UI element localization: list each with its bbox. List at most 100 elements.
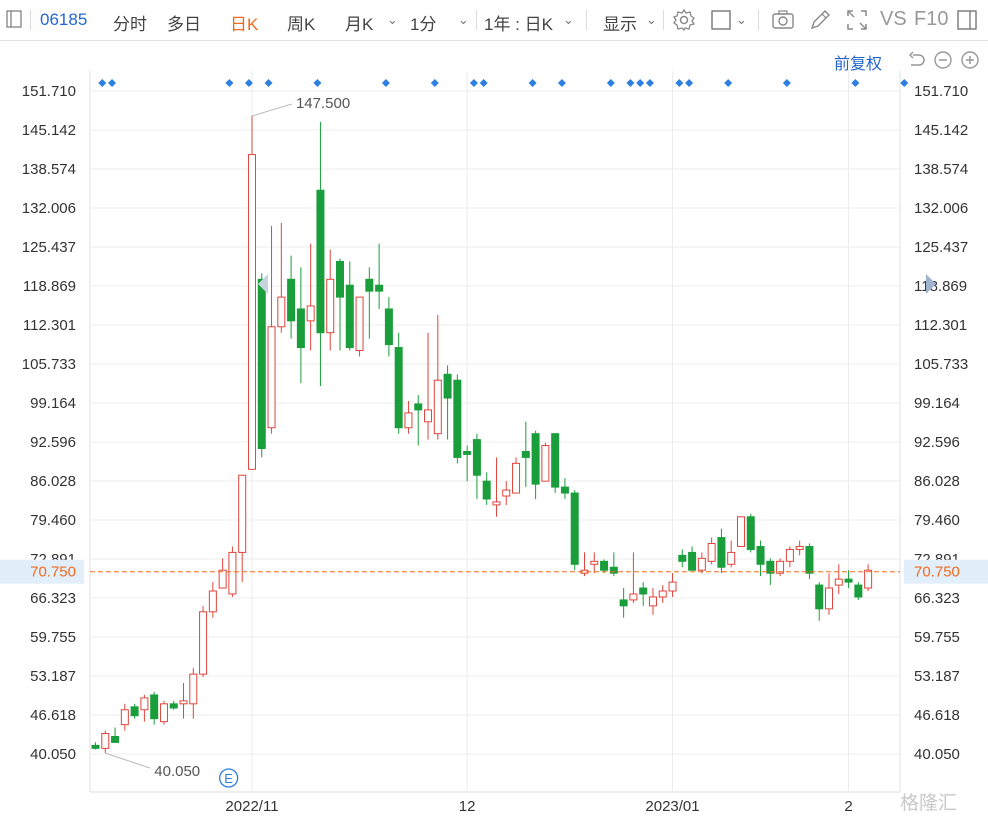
y-tick-label-right: 145.142	[914, 122, 968, 139]
chevron-down-icon[interactable]: ⌄	[387, 12, 398, 28]
candle-body	[345, 284, 354, 349]
event-marker	[557, 79, 566, 87]
y-tick-label-left: 138.574	[22, 161, 76, 178]
candle-body	[609, 566, 618, 574]
event-marker	[98, 79, 107, 87]
candle-body	[492, 501, 501, 506]
y-tick-label-left: 118.869	[23, 278, 76, 295]
y-tick-label-right: 40.050	[914, 746, 960, 763]
f10-button[interactable]: F10	[914, 8, 948, 31]
y-tick-label-left: 105.733	[22, 356, 76, 373]
candle-body	[199, 611, 208, 675]
candle-body	[697, 557, 706, 571]
watermark: 格隆汇	[900, 793, 958, 814]
event-marker	[626, 79, 635, 87]
x-tick-label: 2	[844, 798, 852, 815]
stock-code: 06185	[40, 10, 88, 29]
candle-body	[365, 278, 374, 292]
candle-body	[834, 578, 843, 586]
candle-body	[130, 706, 139, 717]
y-tick-label-left: 151.710	[22, 83, 76, 100]
chevron-down-icon[interactable]: ⌄	[563, 12, 574, 28]
candle-body	[678, 554, 687, 562]
x-tick-label: 2022/11	[225, 798, 278, 815]
candle-body	[707, 543, 716, 562]
y-tick-label-left: 132.006	[22, 200, 76, 217]
event-marker	[225, 79, 234, 87]
y-tick-label-right: 59.755	[914, 629, 960, 646]
candle-body	[648, 596, 657, 607]
event-marker	[528, 79, 537, 87]
panel-toggle-icon[interactable]	[956, 8, 980, 32]
candle-body	[296, 308, 305, 349]
camera-icon[interactable]	[771, 8, 795, 32]
candle-body	[658, 590, 667, 598]
y-tick-label-right: 138.574	[914, 161, 968, 178]
candle-body	[541, 445, 550, 482]
candle-body	[472, 439, 481, 476]
min-price-label: 40.050	[154, 763, 200, 780]
candle-body	[247, 154, 256, 470]
y-tick-label-right: 112.301	[914, 317, 967, 334]
candle-body	[433, 379, 442, 435]
candle-body	[91, 744, 100, 749]
candle-body	[355, 296, 364, 352]
y-tick-label-right: 105.733	[914, 356, 968, 373]
max-price-label: 147.500	[296, 95, 350, 112]
candle-body	[453, 379, 462, 458]
tab-monthly-k[interactable]: 月K	[345, 10, 373, 35]
tab-1min[interactable]: 1分	[410, 10, 436, 35]
candle-body	[717, 537, 726, 568]
x-tick-label: 2023/01	[645, 798, 699, 815]
candle-body	[551, 433, 560, 488]
candle-body	[120, 709, 129, 726]
pencil-icon[interactable]	[808, 8, 832, 32]
y-tick-label-left: 99.164	[30, 395, 76, 412]
chevron-down-icon[interactable]: ⌄	[736, 12, 747, 28]
candle-body	[756, 545, 765, 565]
candle-body	[169, 703, 178, 709]
y-tick-label-right: 99.164	[914, 395, 960, 412]
chevron-down-icon[interactable]: ⌄	[458, 12, 469, 28]
candle-body	[228, 551, 237, 595]
candle-body	[639, 587, 648, 595]
event-marker	[469, 79, 478, 87]
y-tick-label-left: 79.460	[30, 512, 76, 529]
candle-body	[736, 516, 745, 547]
candle-body	[785, 548, 794, 562]
y-tick-label-left: 46.618	[30, 707, 76, 724]
event-marker	[264, 79, 273, 87]
candle-body	[375, 284, 384, 292]
fullscreen-icon[interactable]	[845, 8, 869, 32]
range-select[interactable]: 1年 : 日K	[484, 10, 553, 35]
event-marker	[645, 79, 654, 87]
settings-gear-icon[interactable]	[672, 8, 696, 32]
candle-body	[795, 545, 804, 550]
display-menu[interactable]: 显示	[603, 10, 637, 35]
event-marker	[636, 79, 645, 87]
current-price-label-right: 70.750	[914, 564, 960, 581]
tab-timeshare[interactable]: 分时	[113, 10, 147, 35]
candlestick-chart[interactable]: 151.710 151.710 145.142 145.142 138.574 138.5…	[0, 40, 988, 819]
candle-body	[140, 697, 149, 711]
vs-button[interactable]: VS	[880, 8, 907, 31]
y-tick-label-left: 125.437	[22, 239, 76, 256]
candle-body	[414, 403, 423, 411]
candle-body	[326, 278, 335, 334]
event-marker	[685, 79, 694, 87]
candle-body	[854, 584, 863, 598]
chevron-down-icon[interactable]: ⌄	[646, 12, 657, 28]
tab-daily-k[interactable]: 日K	[230, 10, 258, 35]
candle-body	[384, 308, 393, 346]
y-tick-label-right: 53.187	[914, 668, 960, 685]
indicator-checkbox-icon[interactable]	[710, 8, 734, 32]
y-tick-label-left: 86.028	[30, 473, 76, 490]
candle-body	[560, 486, 569, 494]
candle-body	[844, 578, 853, 583]
candle-body	[179, 700, 188, 705]
candle-body	[424, 409, 433, 423]
tab-weekly-k[interactable]: 周K	[287, 10, 315, 35]
sidebar-toggle-icon[interactable]	[6, 10, 22, 28]
tab-multiday[interactable]: 多日	[167, 10, 201, 35]
candle-body	[688, 551, 697, 571]
